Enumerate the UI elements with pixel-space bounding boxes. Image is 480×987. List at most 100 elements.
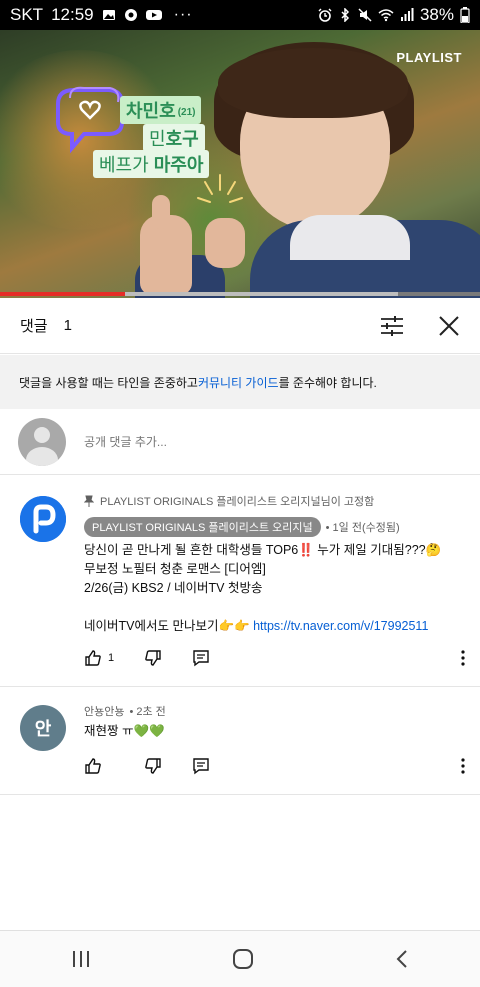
nickname-suffix: 호구 xyxy=(165,129,199,149)
image-icon xyxy=(102,10,115,20)
recents-button[interactable] xyxy=(71,950,91,968)
comment-text: 재현짱 ㅠ💚💚 xyxy=(84,724,165,738)
comment-body: PLAYLIST ORIGINALS 플레이리스트 오리지널님이 고정함 PLA… xyxy=(84,493,464,636)
comment-line: 네이버TV에서도 만나보기👉👉 https://tv.naver.com/v/1… xyxy=(84,617,464,636)
home-button[interactable] xyxy=(232,948,254,970)
status-right: 38% xyxy=(318,5,470,25)
comment-actions: 1 xyxy=(84,646,466,670)
comments-count: 1 xyxy=(63,317,72,334)
bluetooth-icon xyxy=(341,8,350,22)
author-row: PLAYLIST ORIGINALS 플레이리스트 오리지널 • 1일 전(수정… xyxy=(84,517,464,537)
back-icon xyxy=(396,950,408,968)
like-count: 1 xyxy=(108,652,115,664)
author-name[interactable]: 안뇽안뇽 xyxy=(84,703,124,719)
alarm-icon xyxy=(318,8,332,22)
record-icon xyxy=(124,9,137,21)
friend-tag: 베프가 마주아 xyxy=(93,150,210,178)
like-button[interactable]: 1 xyxy=(84,649,114,667)
back-button[interactable] xyxy=(395,949,409,969)
author-name-chip[interactable]: PLAYLIST ORIGINALS 플레이리스트 오리지널 xyxy=(84,517,321,537)
thumbs-up-icon xyxy=(85,650,101,666)
friend-suffix: 마주아 xyxy=(153,155,204,175)
pinned-label: PLAYLIST ORIGINALS 플레이리스트 오리지널님이 고정함 xyxy=(100,496,375,508)
naver-tv-link[interactable]: https://tv.naver.com/v/17992511 xyxy=(253,619,428,633)
reply-button[interactable] xyxy=(192,649,210,667)
clock: 12:59 xyxy=(51,5,94,24)
close-icon xyxy=(439,315,459,336)
reply-icon xyxy=(193,758,209,775)
guideline-prefix: 댓글을 사용할 때는 타인을 존중하고 xyxy=(19,375,198,390)
comment-thread: 안 안뇽안뇽 • 2초 전 재현짱 ㅠ💚💚 xyxy=(0,687,480,795)
person-bangs xyxy=(218,48,408,118)
community-guidelines-link[interactable]: 커뮤니티 가이드 xyxy=(198,374,279,391)
battery-icon xyxy=(460,7,470,23)
more-notifications-icon: ··· xyxy=(173,6,193,23)
comment-meta: • 1일 전(수정됨) xyxy=(325,522,400,534)
user-avatar[interactable]: 안 xyxy=(20,705,66,751)
dislike-button[interactable] xyxy=(144,649,162,667)
comments-header-actions xyxy=(380,315,460,337)
more-vertical-icon xyxy=(461,758,465,774)
home-icon xyxy=(232,949,253,969)
nickname-tag: 민호구 xyxy=(143,124,205,152)
mute-icon xyxy=(358,8,372,22)
comment-line: 당신이 곧 만나게 될 흔한 대학생들 TOP6‼️ 누가 제일 기대됨???🤔 xyxy=(84,543,442,557)
comment-line-text: 네이버TV에서도 만나보기👉👉 xyxy=(84,619,254,633)
reply-icon xyxy=(193,650,209,667)
youtube-icon xyxy=(145,10,162,20)
system-navigation-bar xyxy=(0,930,480,987)
dislike-button[interactable] xyxy=(144,757,162,775)
comment-thread-pinned: PLAYLIST ORIGINALS 플레이리스트 오리지널님이 고정함 PLA… xyxy=(0,476,480,687)
close-comments-button[interactable] xyxy=(438,315,460,337)
more-vertical-icon xyxy=(461,650,465,666)
sparkle-lines-icon xyxy=(197,174,243,203)
video-player[interactable]: PLAYLIST 차민호 (21) 민호구 베프가 마주아 xyxy=(0,30,480,298)
video-progress-bar[interactable] xyxy=(0,292,480,296)
comment-body: 안뇽안뇽 • 2초 전 재현짱 ㅠ💚💚 xyxy=(84,703,464,741)
playlist-logo: PLAYLIST xyxy=(396,50,462,65)
pin-icon xyxy=(84,495,94,507)
character-name: 차민호 xyxy=(126,101,176,121)
comment-line: 2/26(금) KBS2 / 네이버TV 첫방송 xyxy=(84,581,263,595)
comments-header: 댓글 1 xyxy=(0,298,480,354)
wifi-icon xyxy=(378,9,394,22)
pinned-row: PLAYLIST ORIGINALS 플레이리스트 오리지널님이 고정함 xyxy=(84,493,464,509)
user-avatar xyxy=(18,417,66,466)
person-collar xyxy=(290,215,410,260)
comment-meta: • 2초 전 xyxy=(129,706,166,718)
reply-button[interactable] xyxy=(192,757,210,775)
nickname-prefix: 민 xyxy=(149,129,166,149)
author-row: 안뇽안뇽 • 2초 전 xyxy=(84,703,464,719)
thumbs-down-icon xyxy=(145,650,161,666)
recents-icon xyxy=(72,951,89,967)
status-bar: SKT 12:59 ··· 38% xyxy=(0,0,480,30)
comment-text: 당신이 곧 만나게 될 흔한 대학생들 TOP6‼️ 누가 제일 기대됨???🤔… xyxy=(84,541,464,636)
thumbs-up-icon xyxy=(85,758,101,774)
avatar-shoulders xyxy=(26,446,58,466)
sliders-icon xyxy=(381,315,403,336)
community-guideline-banner: 댓글을 사용할 때는 타인을 존중하고 커뮤니티 가이드 를 준수해야 합니다. xyxy=(0,355,480,409)
comment-menu-button[interactable] xyxy=(460,757,466,775)
playlist-avatar[interactable] xyxy=(20,496,66,542)
character-name-tag: 차민호 (21) xyxy=(120,96,202,124)
comment-line: 무보정 노필터 청춘 로맨스 [디어엠] xyxy=(84,562,266,576)
guideline-suffix: 를 준수해야 합니다. xyxy=(278,375,377,390)
comment-menu-button[interactable] xyxy=(460,649,466,667)
friend-prefix: 베프가 xyxy=(99,155,149,175)
like-button[interactable] xyxy=(84,757,102,775)
sort-filter-button[interactable] xyxy=(380,315,404,337)
video-progress-fill xyxy=(0,292,125,296)
add-comment-row[interactable] xyxy=(0,409,480,475)
character-age: (21) xyxy=(177,106,196,118)
signal-icon xyxy=(400,8,414,21)
thumbs-up-thumb xyxy=(152,195,170,229)
add-comment-input[interactable] xyxy=(84,434,384,449)
carrier-label: SKT xyxy=(10,5,44,24)
comment-blank-line xyxy=(84,598,464,617)
comments-title: 댓글 xyxy=(20,318,48,335)
playlist-p-logo-icon xyxy=(20,496,66,542)
avatar-head xyxy=(34,426,50,443)
status-left: SKT 12:59 ··· xyxy=(10,5,193,25)
thumbs-down-icon xyxy=(145,758,161,774)
battery-percent: 38% xyxy=(419,5,454,24)
